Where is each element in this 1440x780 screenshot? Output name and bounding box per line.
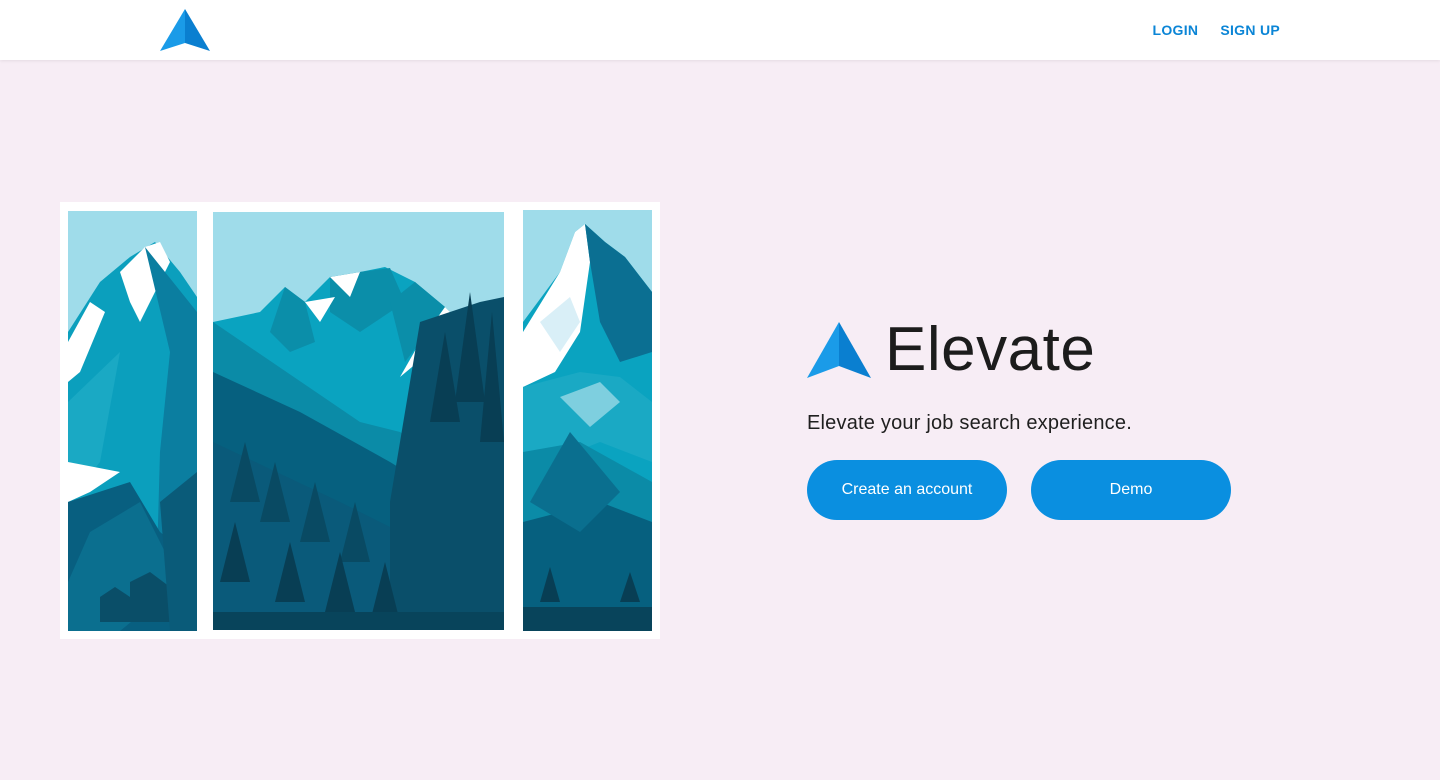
nav-links: LOGIN SIGN UP: [1152, 0, 1280, 60]
elevate-logo-icon[interactable]: [160, 9, 210, 51]
sign-up-link[interactable]: SIGN UP: [1220, 22, 1280, 38]
elevate-brand-icon: [807, 322, 871, 378]
brand-name: Elevate: [885, 315, 1096, 384]
login-link[interactable]: LOGIN: [1152, 22, 1198, 38]
demo-button[interactable]: Demo: [1031, 460, 1231, 520]
tagline: Elevate your job search experience.: [807, 412, 1132, 434]
create-account-button[interactable]: Create an account: [807, 460, 1007, 520]
cta-row: Create an account Demo: [807, 460, 1327, 520]
hero-section: Elevate Elevate your job search experien…: [807, 315, 1327, 520]
top-navbar: LOGIN SIGN UP: [0, 0, 1440, 60]
mountain-illustration: [60, 202, 660, 639]
landing-main: Elevate Elevate your job search experien…: [0, 60, 1440, 780]
brand-row: Elevate: [807, 315, 1327, 385]
